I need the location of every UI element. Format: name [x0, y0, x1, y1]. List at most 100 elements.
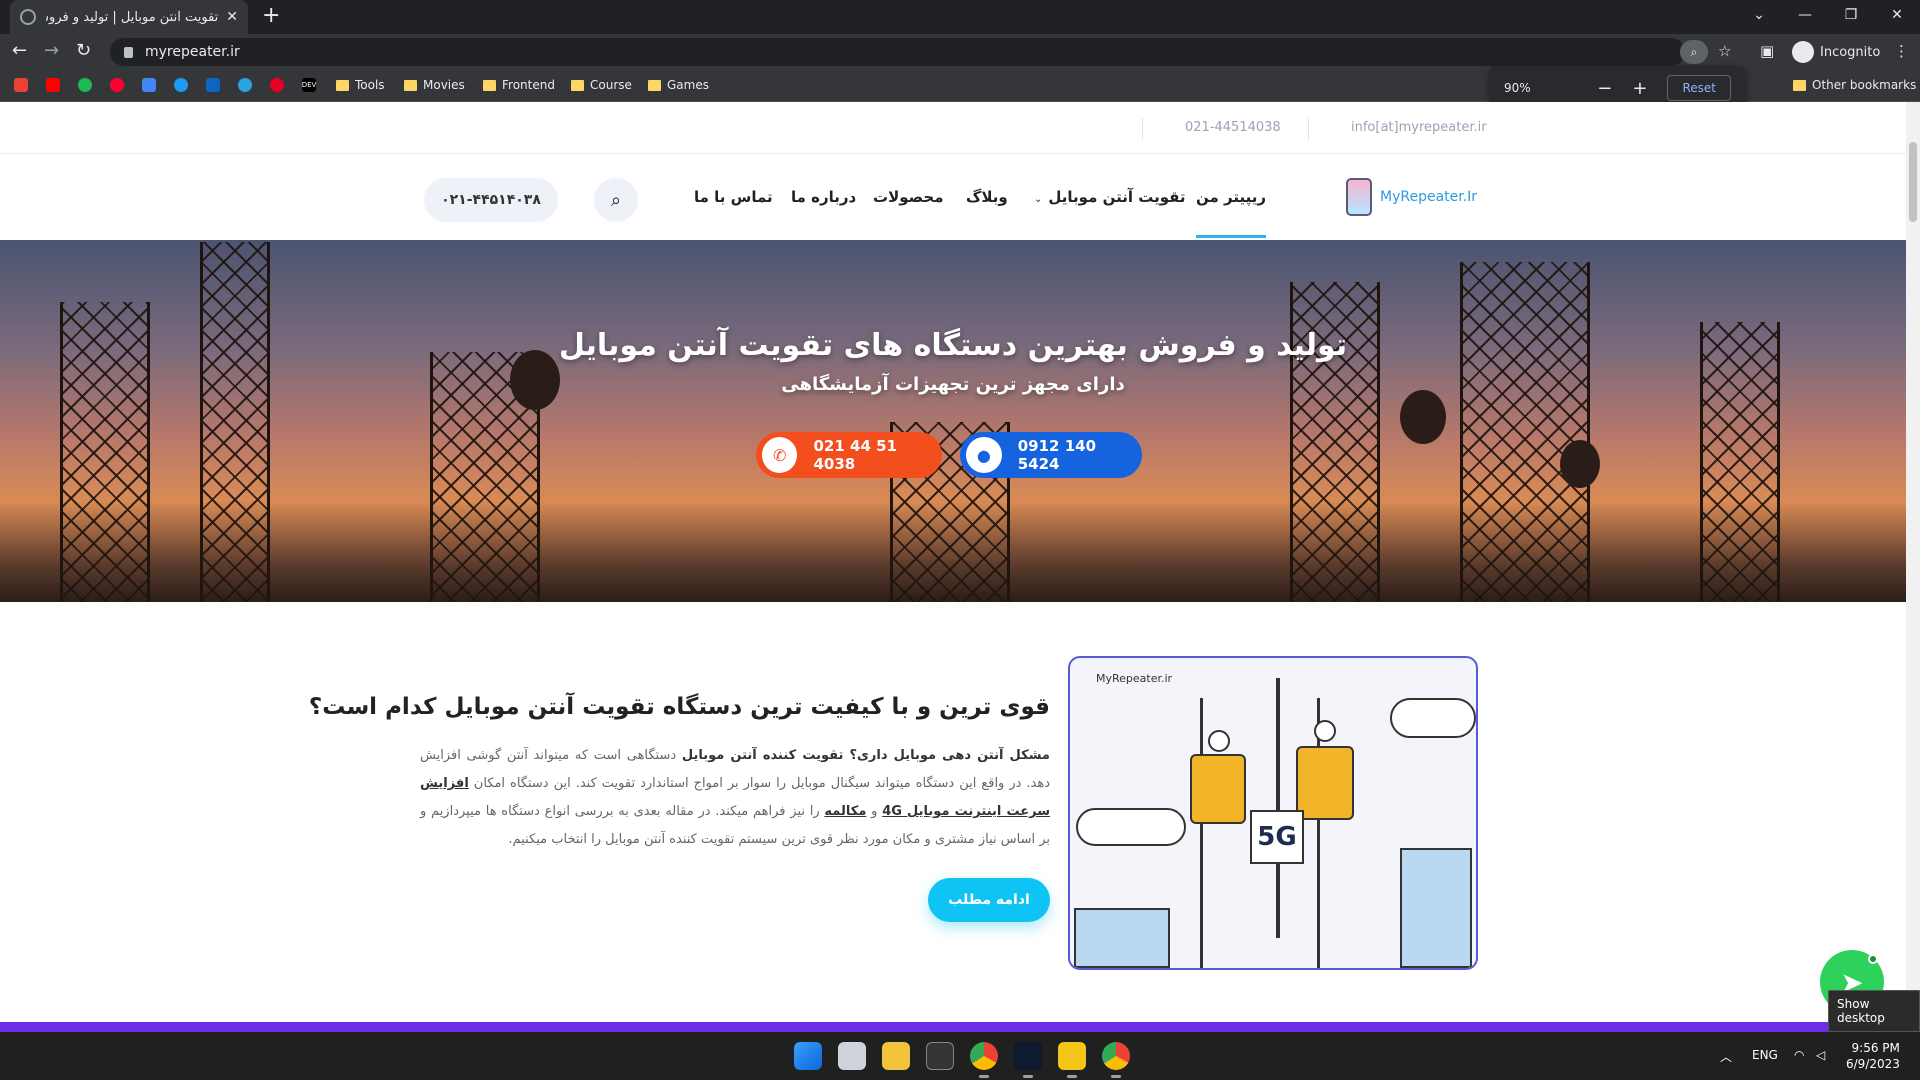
nav-about[interactable]: درباره ما: [791, 188, 856, 206]
bookmark-label: Games: [667, 78, 709, 92]
zoom-in-button[interactable]: +: [1632, 78, 1647, 99]
mobile-call-button[interactable]: ● 0912 140 5424: [960, 432, 1142, 478]
clock-date: 6/9/2023: [1846, 1057, 1900, 1071]
volume-icon[interactable]: ◁: [1816, 1048, 1825, 1062]
wifi-icon[interactable]: ◠: [1794, 1048, 1804, 1062]
reload-icon[interactable]: ↻: [76, 42, 91, 60]
new-tab-button[interactable]: +: [262, 5, 280, 27]
youtube-icon[interactable]: [46, 78, 60, 92]
sublime-icon[interactable]: [1058, 1042, 1086, 1078]
cloud-graphic: [1076, 808, 1186, 846]
bookmark-folder-games[interactable]: Games: [648, 78, 709, 92]
language-indicator[interactable]: ENG: [1752, 1048, 1778, 1062]
youtube-music-icon[interactable]: [110, 78, 124, 92]
back-icon[interactable]: ←: [12, 42, 27, 60]
close-window-button[interactable]: ✕: [1874, 0, 1920, 30]
logo-phone-icon: [1346, 178, 1372, 216]
system-clock[interactable]: 9:56 PM 6/9/2023: [1846, 1040, 1900, 1072]
nav-contact[interactable]: تماس با ما: [694, 188, 773, 206]
bookmark-folder-frontend[interactable]: Frontend: [483, 78, 555, 92]
article-title: قوی ترین و با کیفیت ترین دستگاه تقویت آن…: [308, 694, 1050, 720]
other-bookmarks[interactable]: Other bookmarks: [1793, 78, 1916, 92]
bookmark-star-icon[interactable]: ☆: [1718, 42, 1731, 60]
online-dot: [1868, 954, 1878, 964]
address-bar[interactable]: myrepeater.ir: [110, 38, 1685, 66]
chrome-profile-icon[interactable]: [1102, 1042, 1130, 1078]
zoom-out-button[interactable]: −: [1597, 78, 1612, 99]
tower-graphic: [1700, 322, 1780, 602]
gmail-icon[interactable]: [14, 78, 28, 92]
worker-head-graphic: [1314, 720, 1336, 742]
minimize-button[interactable]: —: [1782, 0, 1828, 30]
other-bookmarks-label: Other bookmarks: [1812, 78, 1917, 92]
restore-button[interactable]: ❐: [1828, 0, 1874, 30]
page-scrollbar[interactable]: [1906, 102, 1920, 1022]
bookmark-label: Course: [590, 78, 632, 92]
chrome-icon[interactable]: [970, 1042, 998, 1078]
vscode-icon[interactable]: [1014, 1042, 1042, 1078]
telegram-icon[interactable]: [238, 78, 252, 92]
tower-graphic: [200, 242, 270, 602]
twitter-icon[interactable]: [174, 78, 188, 92]
task-view-icon[interactable]: [838, 1042, 866, 1070]
incognito-icon: [1792, 41, 1814, 63]
search-button[interactable]: ⌕: [594, 178, 638, 222]
bookmark-folder-course[interactable]: Course: [571, 78, 632, 92]
worker-graphic: [1296, 746, 1354, 820]
windows-taskbar: ︿ ENG ◠ ◁ 9:56 PM 6/9/2023: [0, 1032, 1920, 1080]
browser-tab[interactable]: تقویت آنتن موبایل | تولید و فروش تقویت ک…: [10, 0, 248, 34]
header-phone-button[interactable]: ۰۲۱-۴۴۵۱۴۰۳۸: [424, 178, 558, 222]
bookmark-label: Frontend: [502, 78, 555, 92]
pinterest-icon[interactable]: [270, 78, 284, 92]
menu-kebab-icon[interactable]: ⋮: [1894, 42, 1909, 60]
dish-graphic: [1560, 440, 1600, 488]
zoom-reset-button[interactable]: Reset: [1667, 75, 1731, 101]
forward-icon[interactable]: →: [44, 42, 59, 60]
mast-graphic: [1276, 678, 1280, 938]
lock-icon: [124, 46, 133, 58]
tray-overflow-icon[interactable]: ︿: [1720, 1048, 1732, 1065]
site-logo[interactable]: MyRepeater.Ir: [1346, 178, 1477, 216]
dev-icon[interactable]: DEV: [302, 78, 316, 92]
site-favicon-icon: [20, 9, 36, 25]
webpage: 021-44514038 info[at]myrepeater.ir MyRep…: [0, 102, 1906, 1022]
bookmark-folder-tools[interactable]: Tools: [336, 78, 385, 92]
phone-call-button[interactable]: ✆ 021 44 51 4038: [756, 432, 942, 478]
terminal-icon[interactable]: [926, 1042, 954, 1070]
phone-number: 021 44 51 4038: [813, 437, 897, 473]
topbar-email[interactable]: info[at]myrepeater.ir: [1351, 120, 1487, 135]
worker-graphic: [1190, 754, 1246, 824]
article-body: مشکل آنتن دهی موبایل داری؟ تقویت کننده آ…: [420, 742, 1050, 854]
topbar-phone[interactable]: 021-44514038: [1185, 120, 1281, 135]
file-explorer-icon[interactable]: [882, 1042, 910, 1070]
translate-icon[interactable]: [142, 78, 156, 92]
window-controls: ⌄ — ❐ ✕: [1736, 0, 1920, 30]
bookmark-label: Tools: [355, 78, 385, 92]
start-windows-icon[interactable]: [794, 1042, 822, 1070]
footer-accent-bar: [0, 1022, 1906, 1032]
dish-graphic: [1400, 390, 1446, 444]
linkedin-icon[interactable]: [206, 78, 220, 92]
article-link-call[interactable]: مکالمه: [824, 804, 866, 819]
nav-products[interactable]: محصولات: [873, 188, 944, 206]
divider: [1142, 118, 1143, 140]
incognito-button[interactable]: Incognito: [1788, 40, 1888, 64]
tab-search-icon[interactable]: ⌄: [1736, 0, 1782, 30]
search-icon: ⌕: [610, 189, 622, 211]
nav-blog[interactable]: وبلاگ: [966, 188, 1008, 206]
chevron-down-icon: ⌄: [1034, 194, 1043, 205]
article-text: و: [866, 804, 883, 819]
zoom-icon[interactable]: ⌕: [1680, 40, 1708, 64]
tab-title: تقویت آنتن موبایل | تولید و فروش تقویت ک…: [46, 9, 219, 25]
bookmark-folder-movies[interactable]: Movies: [404, 78, 465, 92]
scrollbar-thumb[interactable]: [1909, 142, 1917, 222]
folder-icon: [404, 79, 417, 91]
spotify-icon[interactable]: [78, 78, 92, 92]
nav-myrepeater[interactable]: ریپیتر من: [1196, 188, 1266, 238]
nav-label: تقویت آنتن موبایل: [1048, 188, 1186, 206]
tab-close-icon[interactable]: ✕: [226, 9, 238, 25]
side-panel-icon[interactable]: ▣: [1760, 42, 1774, 60]
read-more-button[interactable]: ادامه مطلب: [928, 878, 1050, 922]
nav-mobile-antenna[interactable]: ⌄ تقویت آنتن موبایل: [1034, 188, 1186, 206]
bookmark-label: Movies: [423, 78, 465, 92]
